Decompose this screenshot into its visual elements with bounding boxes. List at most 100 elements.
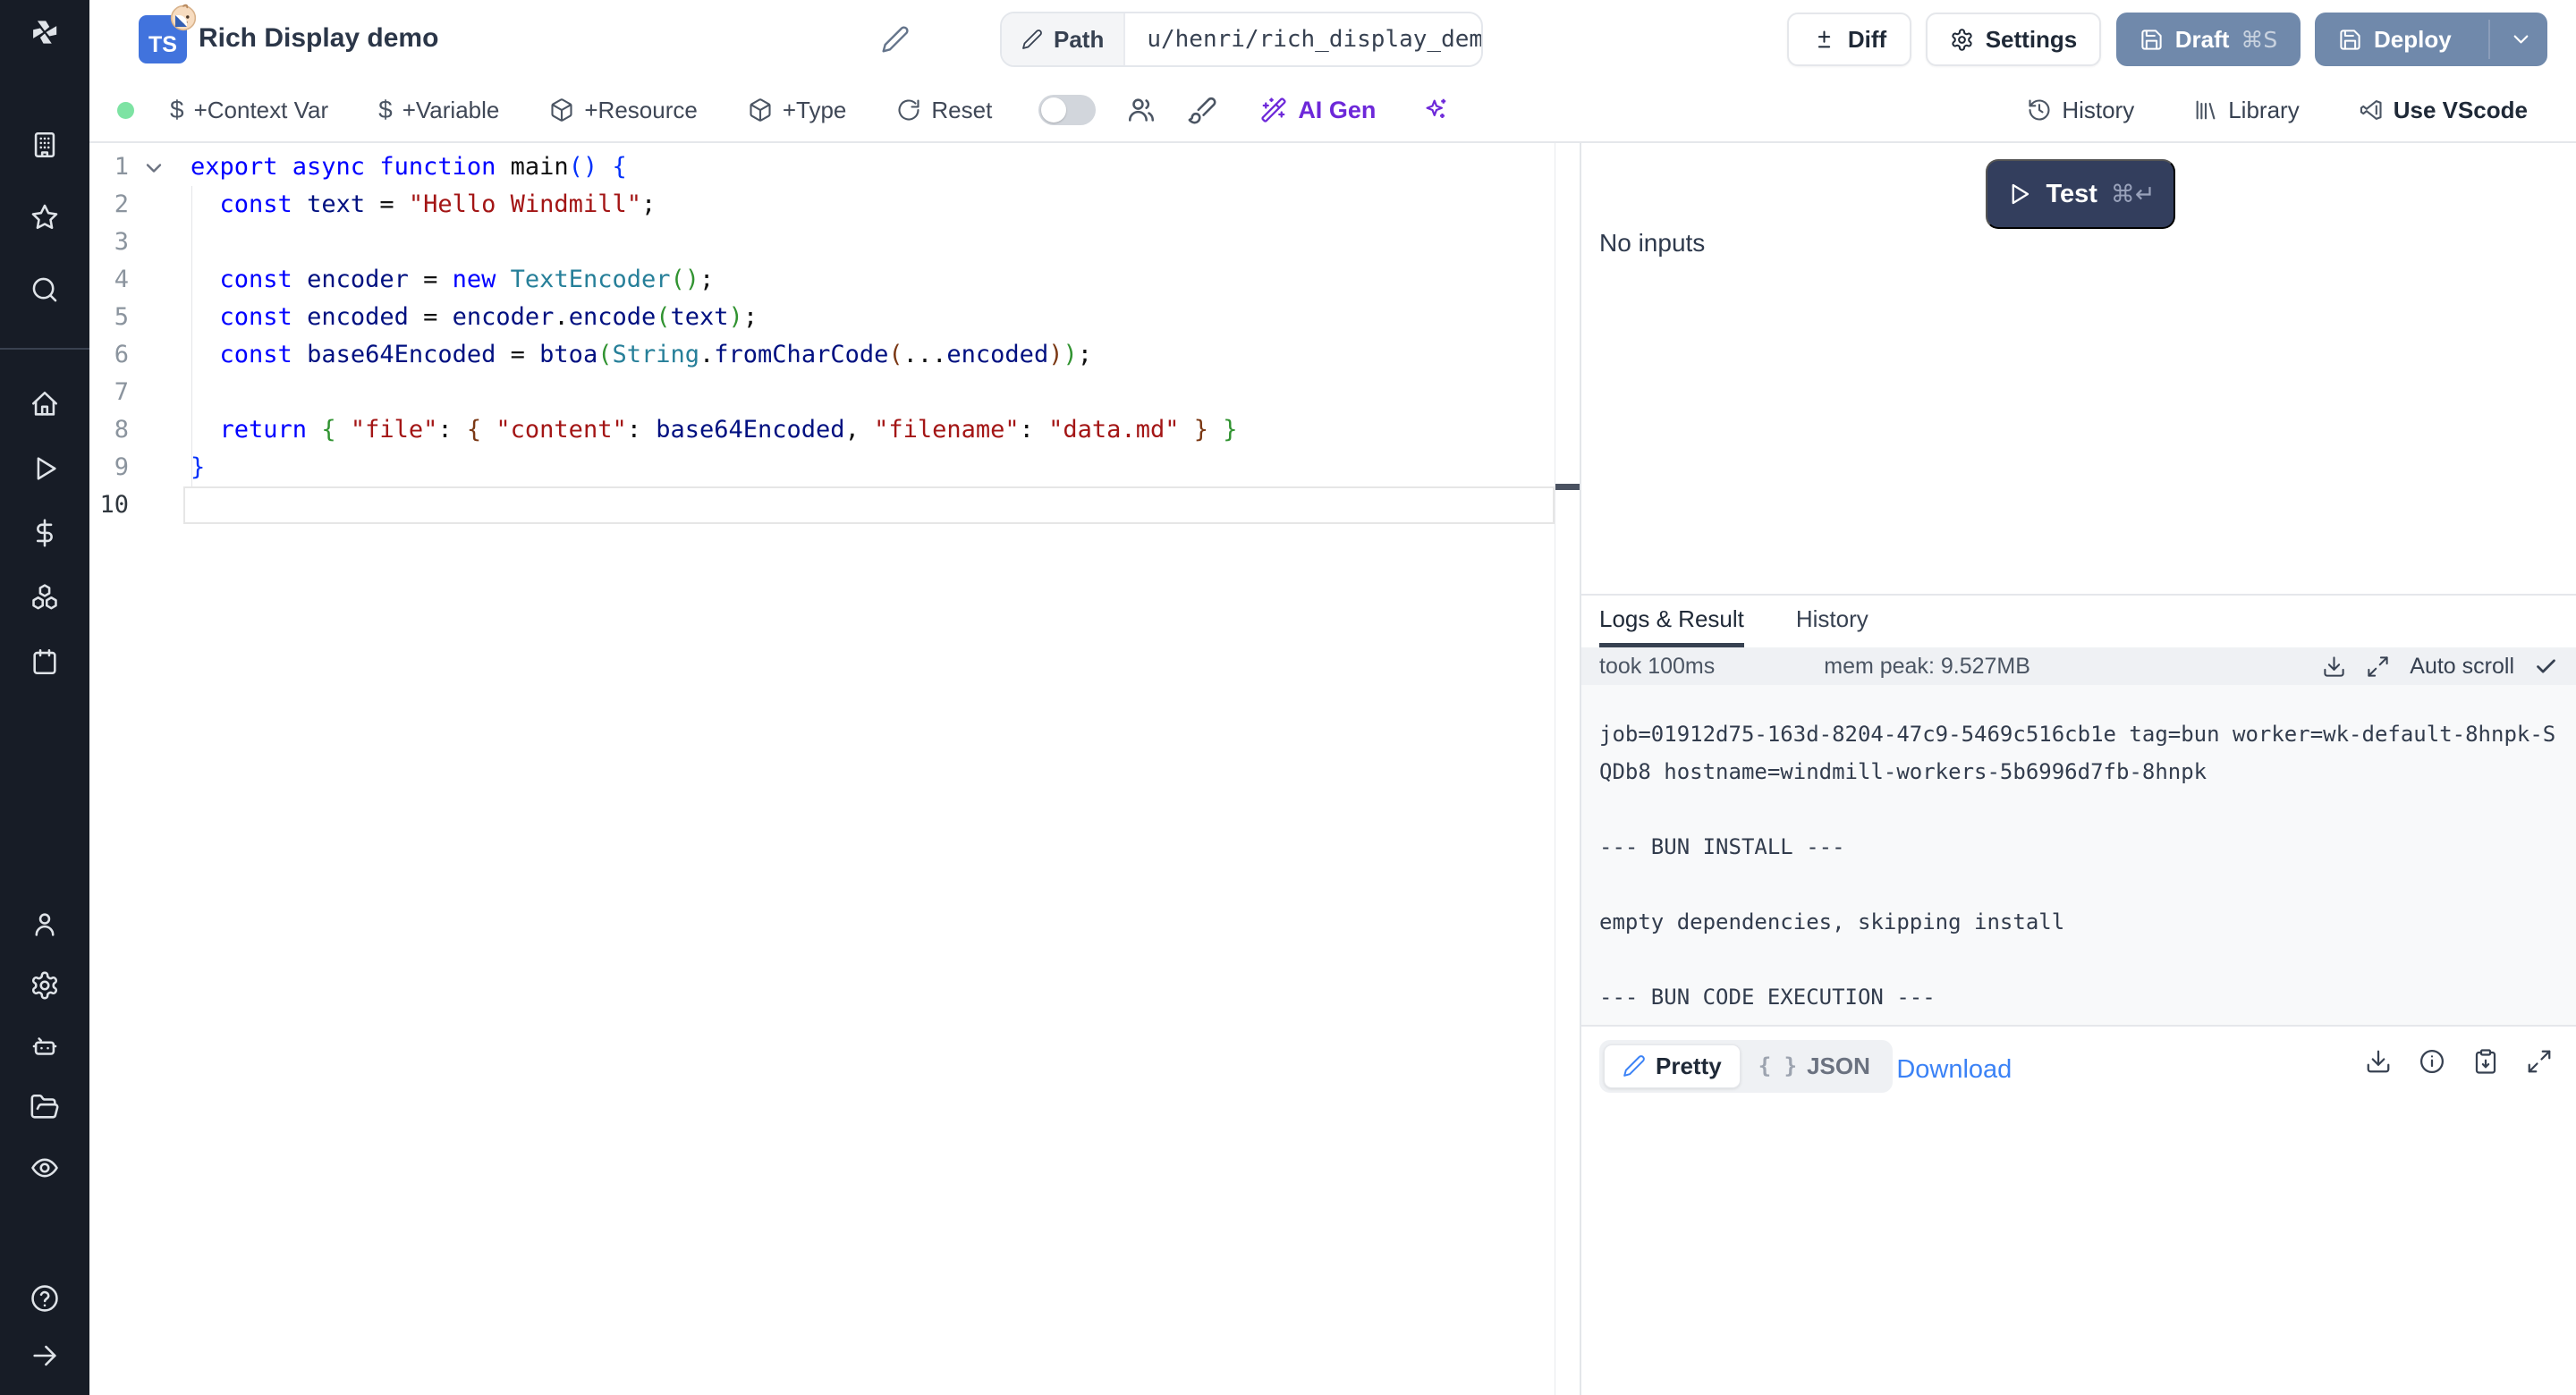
schedules-calendar-icon[interactable] <box>29 646 61 678</box>
code-line[interactable]: return { "file": { "content": base64Enco… <box>191 411 1553 449</box>
code-line[interactable]: const text = "Hello Windmill"; <box>191 186 1553 224</box>
line-number: 6 <box>89 336 129 374</box>
tab-history[interactable]: History <box>1796 596 1868 647</box>
library-label: Library <box>2228 97 2299 124</box>
script-toolbar: $ +Context Var $ +Variable +Resource +Ty… <box>89 79 2576 143</box>
typescript-badge-label: TS <box>148 32 177 58</box>
deploy-divider <box>2488 20 2490 59</box>
use-vscode-button[interactable]: Use VScode <box>2359 97 2528 124</box>
fold-chevron-icon[interactable] <box>141 156 166 181</box>
workers-bot-icon[interactable] <box>29 1030 61 1062</box>
add-variable-label: +Variable <box>402 97 500 124</box>
code-line[interactable] <box>191 486 1553 524</box>
code-line[interactable] <box>191 374 1553 411</box>
result-view-switch: Pretty { } JSON <box>1599 1040 1893 1093</box>
search-icon[interactable] <box>29 274 61 306</box>
code-line[interactable] <box>191 224 1553 261</box>
add-resource-label: +Resource <box>584 97 697 124</box>
download-logs-icon[interactable] <box>2322 655 2346 679</box>
sparkles-icon[interactable] <box>1422 96 1451 124</box>
code-line[interactable]: export async function main() { <box>191 148 1553 186</box>
code-line[interactable]: const encoder = new TextEncoder(); <box>191 261 1553 299</box>
cursor-overview-marker <box>1555 484 1580 490</box>
path-label-segment: Path <box>1002 13 1125 65</box>
code-editor[interactable]: 12345678910 export async function main()… <box>89 143 1580 1395</box>
pretty-label: Pretty <box>1656 1053 1722 1080</box>
help-icon[interactable] <box>29 1282 61 1315</box>
deploy-label: Deploy <box>2374 26 2452 54</box>
add-type-button[interactable]: +Type <box>748 97 847 124</box>
edit-summary-pencil-icon[interactable] <box>881 25 910 54</box>
test-button[interactable]: Test ⌘↵ <box>1986 159 2175 229</box>
chevron-down-icon[interactable] <box>2509 28 2533 52</box>
ai-gen-button[interactable]: AI Gen <box>1260 97 1376 124</box>
format-brush-icon[interactable] <box>1187 95 1217 125</box>
windmill-app: TS Rich Display demo Path u/henri/rich_d… <box>0 0 2576 1395</box>
line-number: 3 <box>89 224 129 261</box>
path-button[interactable]: Path u/henri/rich_display_demo <box>1000 12 1483 67</box>
settings-button[interactable]: Settings <box>1926 13 2101 66</box>
line-number: 4 <box>89 261 129 299</box>
download-file-link[interactable]: Download <box>1896 1055 2012 1085</box>
favorites-star-icon[interactable] <box>29 201 61 233</box>
settings-gear-icon[interactable] <box>29 969 61 1002</box>
gear-icon <box>1950 28 1974 52</box>
resources-boxes-icon[interactable] <box>29 581 61 613</box>
editor-code[interactable]: export async function main() { const tex… <box>191 148 1553 524</box>
audit-eye-icon[interactable] <box>29 1152 61 1184</box>
info-icon[interactable] <box>2419 1048 2445 1075</box>
ai-gen-label: AI Gen <box>1298 97 1376 124</box>
library-icon <box>2193 97 2218 123</box>
expand-result-icon[interactable] <box>2526 1048 2553 1075</box>
variables-dollar-icon[interactable] <box>29 517 61 549</box>
line-number: 2 <box>89 186 129 224</box>
download-result-icon[interactable] <box>2365 1048 2392 1075</box>
history-button[interactable]: History <box>2027 97 2134 124</box>
code-line[interactable]: const base64Encoded = btoa(String.fromCh… <box>191 336 1553 374</box>
copy-clipboard-icon[interactable] <box>2472 1048 2499 1075</box>
diff-button[interactable]: Diff <box>1787 13 1911 66</box>
run-info-bar: took 100ms mem peak: 9.527MB Auto scroll <box>1581 647 2576 685</box>
package-icon <box>748 97 773 123</box>
add-resource-button[interactable]: +Resource <box>549 97 697 124</box>
users-icon[interactable] <box>1126 95 1157 125</box>
pretty-tab[interactable]: Pretty <box>1604 1044 1741 1088</box>
add-context-var-label: +Context Var <box>194 97 329 124</box>
auto-scroll-label[interactable]: Auto scroll <box>2410 654 2514 680</box>
no-inputs-text: No inputs <box>1599 229 1705 258</box>
braces-icon: { } <box>1758 1053 1797 1078</box>
deploy-button[interactable]: Deploy <box>2315 13 2547 66</box>
mem-peak: mem peak: 9.527MB <box>1824 654 2030 680</box>
add-context-var-button[interactable]: $ +Context Var <box>170 96 328 124</box>
workspace-icon[interactable] <box>29 129 61 161</box>
path-label: Path <box>1054 26 1104 54</box>
add-variable-button[interactable]: $ +Variable <box>378 96 499 124</box>
typescript-badge: TS <box>139 15 187 63</box>
expand-logs-icon[interactable] <box>2366 655 2390 679</box>
home-icon[interactable] <box>29 388 61 420</box>
library-button[interactable]: Library <box>2193 97 2299 124</box>
line-number: 5 <box>89 299 129 336</box>
user-icon[interactable] <box>29 909 61 941</box>
vscode-icon <box>2359 97 2384 123</box>
editor-scrollbar[interactable] <box>1555 143 1580 1395</box>
header: TS Rich Display demo Path u/henri/rich_d… <box>89 0 2576 79</box>
auto-scroll-checkmark-icon[interactable] <box>2534 655 2558 679</box>
code-line[interactable]: } <box>191 449 1553 486</box>
path-value: u/henri/rich_display_demo <box>1125 13 1483 65</box>
reset-button[interactable]: Reset <box>896 97 992 124</box>
tab-logs-result[interactable]: Logs & Result <box>1599 596 1744 647</box>
history-clock-icon <box>2027 97 2052 123</box>
json-tab[interactable]: { } JSON <box>1741 1045 1888 1087</box>
assistant-toggle[interactable] <box>1038 95 1096 125</box>
windmill-logo[interactable] <box>29 16 61 48</box>
line-number: 8 <box>89 411 129 449</box>
expand-sidebar-arrow-icon[interactable] <box>29 1340 61 1372</box>
page-title: Rich Display demo <box>199 23 438 54</box>
code-line[interactable]: const encoded = encoder.encode(text); <box>191 299 1553 336</box>
diff-icon <box>1812 28 1836 52</box>
folders-icon[interactable] <box>29 1091 61 1123</box>
draft-button[interactable]: Draft ⌘S <box>2116 13 2301 66</box>
diff-label: Diff <box>1848 26 1886 54</box>
runs-play-icon[interactable] <box>29 452 61 485</box>
